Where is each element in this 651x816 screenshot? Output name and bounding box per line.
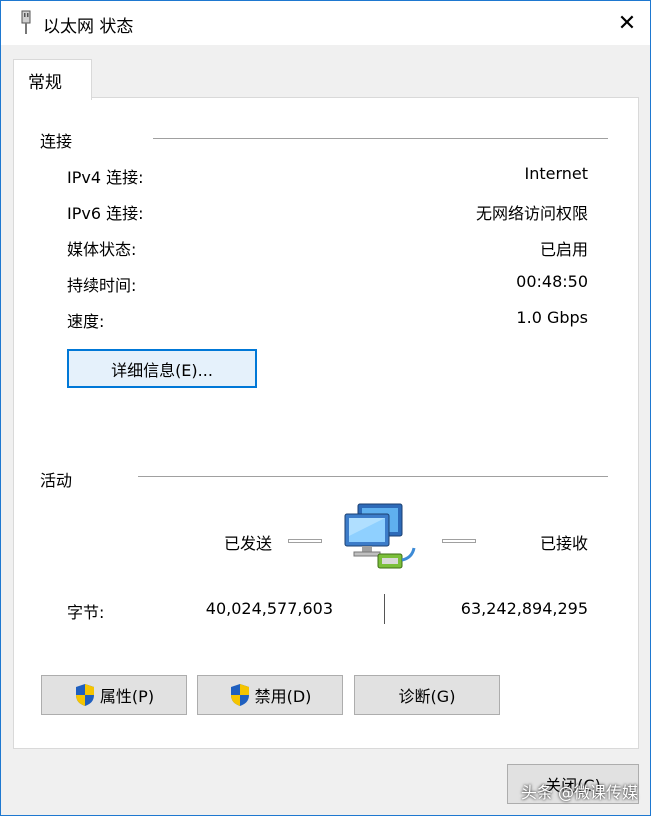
bytes-sent-value: 40,024,577,603 [205,599,333,618]
ipv6-value: 无网络访问权限 [475,204,588,223]
diagnose-button[interactable]: 诊断(G) [354,675,500,715]
status-dialog: 以太网 状态 ✕ 常规 连接 IPv4 连接: Internet IPv6 连接… [0,0,651,816]
ipv6-label: IPv6 连接: [67,204,144,223]
media-state-label: 媒体状态: [67,240,137,259]
bytes-label: 字节: [67,603,105,622]
ipv4-label: IPv4 连接: [67,168,144,187]
general-panel: 连接 IPv4 连接: Internet IPv6 连接: 无网络访问权限 媒体… [13,97,639,749]
uac-shield-icon [230,684,249,706]
tab-label: 常规 [28,73,62,93]
duration-label: 持续时间: [67,276,137,295]
speed-label: 速度: [67,312,105,331]
uac-shield-icon [75,684,94,706]
window-title: 以太网 状态 [43,17,134,37]
ipv4-value: Internet [524,164,588,183]
media-state-value: 已启用 [539,240,588,259]
bytes-divider [384,594,385,624]
properties-button-label: 属性(P) [99,687,155,706]
activity-group-label: 活动 [40,471,73,490]
received-activity-bar [442,539,476,543]
close-window-button[interactable]: ✕ [604,1,650,45]
duration-value: 00:48:50 [516,272,588,291]
details-button[interactable]: 详细信息(E)... [67,349,257,388]
activity-group-divider [138,476,608,477]
diagnose-button-label: 诊断(G) [398,687,456,706]
disable-button[interactable]: 禁用(D) [197,675,343,715]
speed-value: 1.0 Gbps [516,308,588,327]
connection-group-label: 连接 [40,132,73,151]
network-computers-icon [344,503,416,569]
sent-label: 已发送 [224,534,273,553]
disable-button-label: 禁用(D) [254,687,312,706]
connection-group-divider [153,138,608,139]
received-label: 已接收 [539,534,588,553]
title-bar: 以太网 状态 ✕ [1,1,650,45]
properties-button[interactable]: 属性(P) [41,675,187,715]
watermark: 头条 @微课传媒 [520,783,638,802]
ethernet-icon [21,10,31,34]
bytes-received-value: 63,242,894,295 [460,599,588,618]
details-button-label: 详细信息(E)... [111,360,213,380]
sent-activity-bar [288,539,322,543]
tab-general[interactable]: 常规 [13,59,92,100]
